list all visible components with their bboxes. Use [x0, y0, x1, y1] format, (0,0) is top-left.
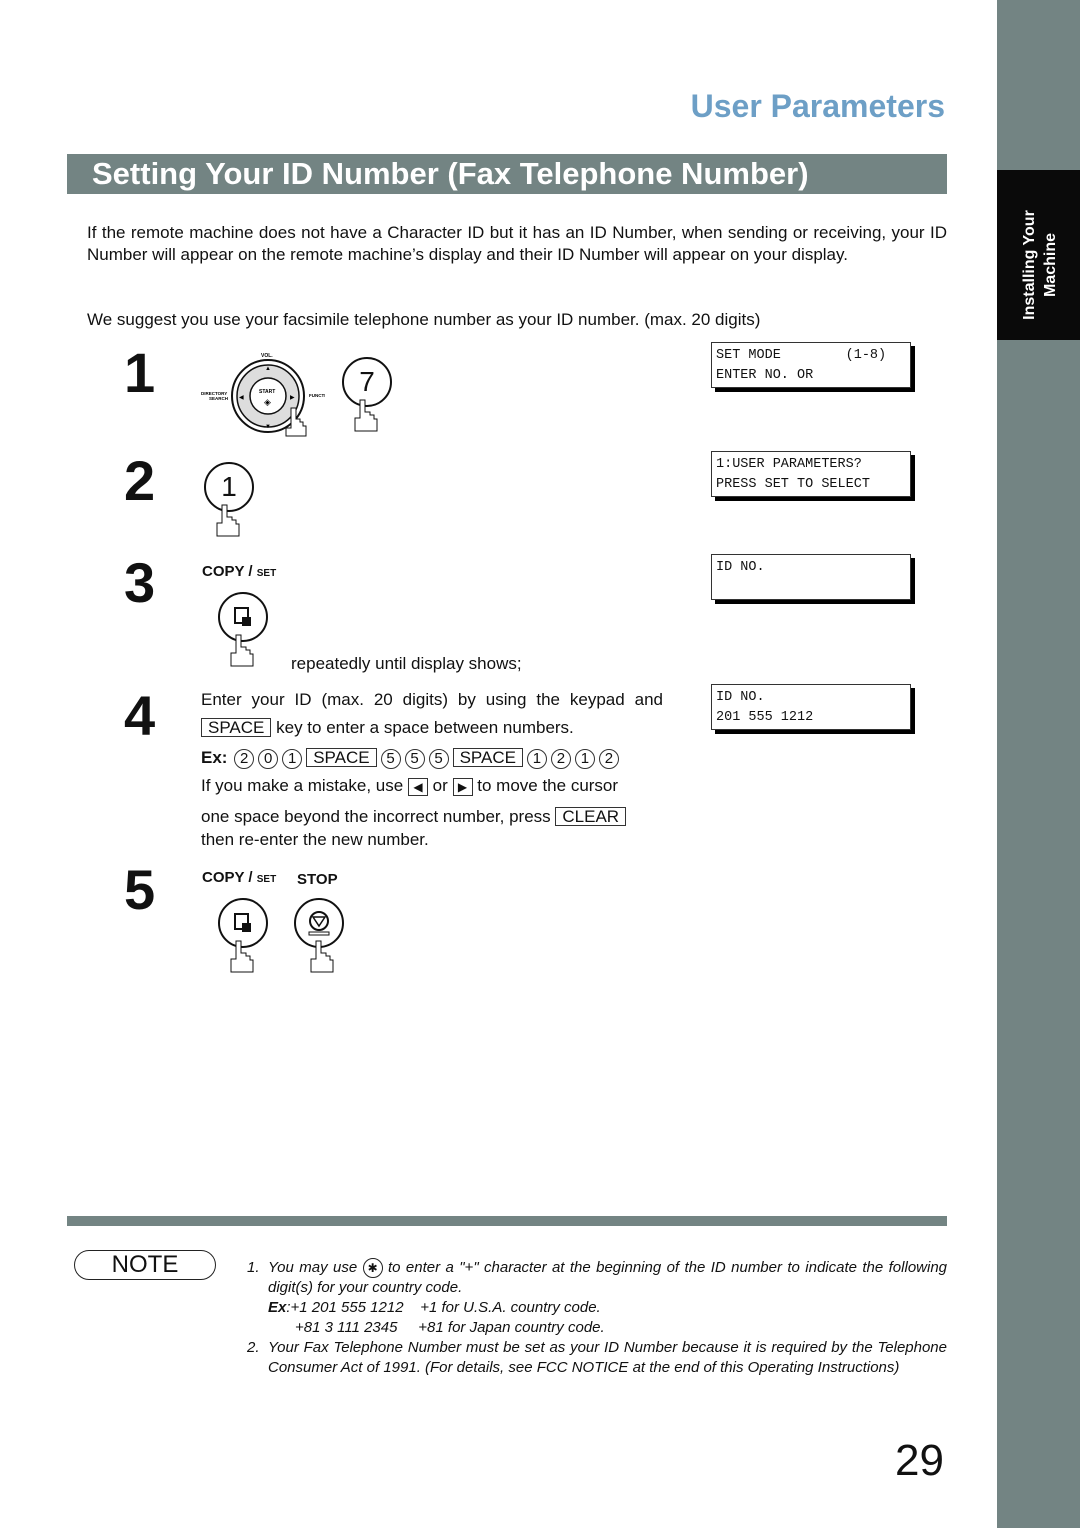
space-key: SPACE	[452, 748, 523, 767]
digit-key-2: 2	[598, 748, 619, 769]
lcd-display: 1:USER PARAMETERS? PRESS SET TO SELECT	[711, 451, 911, 497]
digit-key-5: 5	[404, 748, 425, 769]
lcd-display: SET MODE (1-8) ENTER NO. OR	[711, 342, 911, 388]
svg-text:▼: ▼	[265, 424, 271, 430]
copy-set-label: COPY / SET	[202, 869, 277, 886]
notes-list: 1. You may use ✱ to enter a "+" characte…	[247, 1258, 947, 1378]
mistake-instruction: If you make a mistake, use ◀ or ▶ to mov…	[201, 776, 619, 796]
pointing-hand-icon	[310, 940, 334, 973]
start-label: START	[259, 389, 275, 395]
step-number: 3	[124, 551, 156, 614]
digit-key-1: 1	[282, 748, 303, 769]
svg-text:◈: ◈	[264, 398, 271, 408]
pointing-hand-icon	[230, 634, 254, 667]
digit-key-5: 5	[380, 748, 401, 769]
pointing-hand-icon	[230, 940, 254, 973]
intro-paragraph: If the remote machine does not have a Ch…	[87, 223, 947, 264]
step-number: 2	[124, 449, 156, 512]
copy-icon	[234, 913, 251, 932]
svg-text:▶: ▶	[290, 395, 295, 401]
mistake-instruction-3: then re-enter the new number.	[201, 830, 429, 849]
repeat-instruction: repeatedly until display shows;	[291, 654, 522, 673]
intro-suggestion: We suggest you use your facsimile teleph…	[87, 310, 761, 329]
digit-key-0: 0	[258, 748, 279, 769]
search-label: SEARCH	[209, 396, 228, 401]
lcd-display: ID NO.	[711, 554, 911, 600]
copy-icon	[234, 607, 251, 626]
stop-label: STOP	[297, 871, 338, 888]
space-key: SPACE	[306, 748, 377, 767]
copy-set-label: COPY / SET	[202, 563, 277, 580]
mistake-instruction-2: one space beyond the incorrect number, p…	[201, 806, 627, 828]
space-key: SPACE	[201, 718, 272, 737]
digit-key-5: 5	[428, 748, 449, 769]
svg-text:◀: ◀	[239, 395, 244, 401]
title-bar: Setting Your ID Number (Fax Telephone Nu…	[67, 154, 947, 194]
note-item: 1. You may use ✱ to enter a "+" characte…	[247, 1258, 948, 1337]
digit-key-2: 2	[234, 748, 255, 769]
page-title: Setting Your ID Number (Fax Telephone Nu…	[92, 156, 809, 191]
pointing-hand-icon	[354, 399, 378, 432]
page-number: 29	[895, 1436, 944, 1485]
clear-key: CLEAR	[555, 807, 627, 826]
chapter-tab-label: Installing Your Machine	[1021, 210, 1059, 320]
left-arrow-key-icon: ◀	[407, 777, 428, 796]
example-sequence: Ex: 2 0 1 SPACE 5 5 5 SPACE 1 2 1 2	[201, 747, 621, 769]
section-divider	[67, 1216, 947, 1226]
step4-instruction-line2: SPACE key to enter a space between numbe…	[201, 717, 574, 739]
stop-icon	[308, 911, 330, 936]
section-title: User Parameters	[690, 88, 945, 124]
note-badge: NOTE	[74, 1250, 216, 1280]
svg-text:▲: ▲	[265, 366, 271, 372]
step-number: 5	[124, 858, 156, 921]
vol-label: VOL.	[261, 353, 273, 359]
note-item: 2. Your Fax Telephone Number must be set…	[247, 1339, 947, 1377]
step-number: 4	[124, 684, 156, 747]
step4-instruction-line1: Enter your ID (max. 20 digits) by using …	[201, 690, 663, 709]
digit-key-2: 2	[550, 748, 571, 769]
pointing-hand-icon	[216, 504, 240, 537]
function-label: FUNCTION	[309, 393, 325, 398]
step-number: 1	[124, 341, 156, 404]
digit-key-1: 1	[574, 748, 595, 769]
lcd-display: ID NO. 201 555 1212	[711, 684, 911, 730]
navigation-keypad-icon: VOL. START ◈ ▲▼ ◀ ▶ DIRECTORY SEARCH FUNC…	[201, 353, 325, 437]
right-arrow-key-icon: ▶	[452, 777, 473, 796]
star-key-icon: ✱	[362, 1258, 383, 1279]
digit-key-1: 1	[526, 748, 547, 769]
